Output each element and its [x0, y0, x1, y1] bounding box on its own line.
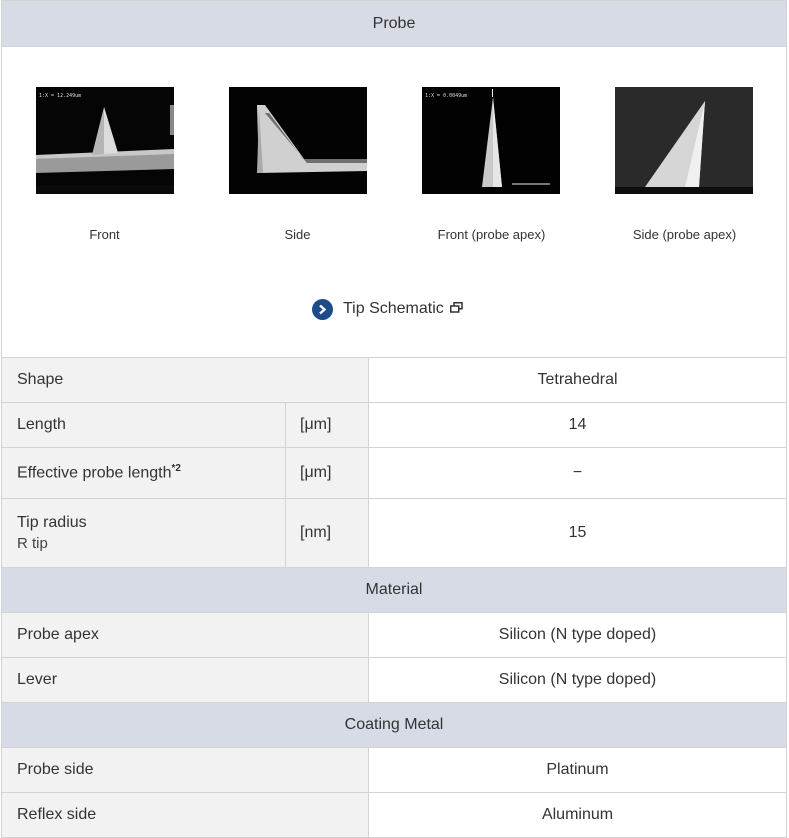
material-section-header: Material	[0, 567, 788, 613]
effective-length-footnote: *2	[171, 463, 181, 475]
effective-length-unit: [μm]	[285, 447, 369, 499]
spec-row-effective-length: Effective probe length*2 [μm] −	[1, 447, 788, 499]
probe-caption-front-apex: Front (probe apex)	[437, 227, 546, 242]
probe-image-side-apex[interactable]	[615, 87, 753, 194]
tip-radius-value: 15	[367, 498, 788, 568]
probe-images-cell: 1:X = 12.249um Front Side 1:X = 0.0049um…	[0, 46, 788, 358]
probe-apex-value: Silicon (N type doped)	[367, 612, 788, 658]
coating-section-header: Coating Metal	[0, 702, 788, 748]
tip-schematic-link[interactable]: Tip Schematic	[312, 298, 463, 320]
chevron-right-icon	[312, 298, 333, 320]
probe-side-label: Probe side	[1, 747, 369, 793]
probe-spec-table: Probe 1:X = 12.249um Front Side 1:X = 0.…	[0, 0, 788, 838]
probe-caption-side-apex: Side (probe apex)	[632, 227, 737, 242]
svg-text:1:X = 0.0049um: 1:X = 0.0049um	[425, 93, 467, 99]
probe-apex-label: Probe apex	[1, 612, 369, 658]
probe-front-apex-sem-image: 1:X = 0.0049um	[422, 87, 560, 194]
material-row-lever: Lever Silicon (N type doped)	[1, 657, 788, 703]
lever-value: Silicon (N type doped)	[367, 657, 788, 703]
probe-image-side[interactable]	[229, 87, 367, 194]
tip-radius-label-cell: Tip radius R tip	[1, 498, 286, 568]
probe-spec-table-wrapper: Probe 1:X = 12.249um Front Side 1:X = 0.…	[0, 0, 788, 838]
probe-side-value: Platinum	[367, 747, 788, 793]
length-unit: [μm]	[285, 402, 369, 448]
probe-caption-side: Side	[284, 227, 311, 242]
spec-row-length: Length [μm] 14	[1, 402, 788, 448]
tip-radius-unit: [nm]	[285, 498, 369, 568]
material-row-probe-apex: Probe apex Silicon (N type doped)	[1, 612, 788, 658]
shape-label: Shape	[1, 357, 369, 403]
tip-radius-label: Tip radius	[17, 514, 87, 531]
probe-front-sem-image: 1:X = 12.249um	[36, 87, 174, 194]
tip-schematic-label: Tip Schematic	[343, 300, 444, 317]
length-label: Length	[1, 402, 286, 448]
spec-row-shape: Shape Tetrahedral	[1, 357, 788, 403]
length-value: 14	[367, 402, 788, 448]
effective-length-label: Effective probe length	[17, 464, 172, 482]
probe-side-sem-image	[229, 87, 367, 194]
new-window-icon	[449, 300, 463, 318]
probe-caption-front: Front	[89, 227, 120, 242]
probe-image-front[interactable]: 1:X = 12.249um	[36, 87, 174, 194]
lever-label: Lever	[1, 657, 369, 703]
effective-length-value: −	[367, 447, 788, 499]
reflex-side-value: Aluminum	[367, 792, 788, 838]
tip-radius-sublabel: R tip	[17, 535, 48, 552]
shape-value: Tetrahedral	[367, 357, 788, 403]
probe-image-gallery: 1:X = 12.249um Front Side 1:X = 0.0049um…	[2, 47, 786, 357]
probe-image-front-apex[interactable]: 1:X = 0.0049um	[422, 87, 560, 194]
reflex-side-label: Reflex side	[1, 792, 369, 838]
probe-section-header: Probe	[0, 0, 788, 47]
probe-side-apex-sem-image	[615, 87, 753, 194]
spec-row-tip-radius: Tip radius R tip [nm] 15	[1, 498, 788, 568]
effective-length-label-cell: Effective probe length*2	[1, 447, 286, 499]
coating-row-probe-side: Probe side Platinum	[1, 747, 788, 793]
svg-text:1:X = 12.249um: 1:X = 12.249um	[39, 93, 81, 99]
coating-row-reflex-side: Reflex side Aluminum	[1, 792, 788, 838]
